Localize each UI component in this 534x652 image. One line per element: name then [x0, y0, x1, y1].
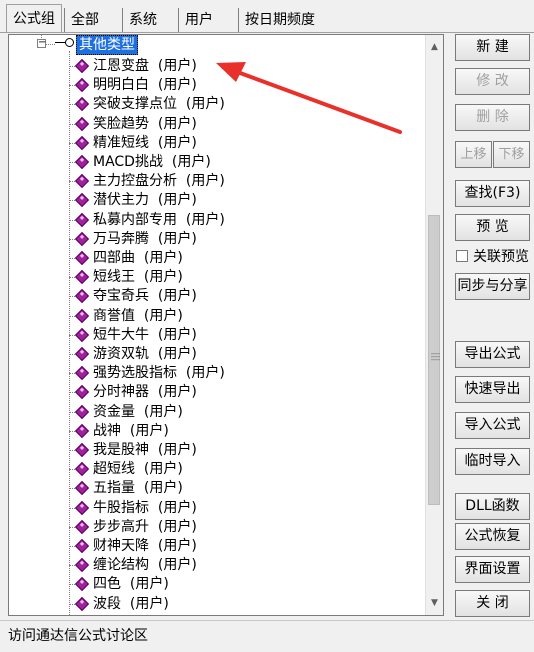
temp-import-button[interactable]: 临时导入 — [455, 448, 530, 475]
move-down-button[interactable]: 下移 — [493, 141, 530, 168]
preview-button[interactable]: 预 览 — [455, 214, 530, 241]
modify-button[interactable]: 修 改 — [455, 68, 530, 95]
ui-settings-button[interactable]: 界面设置 — [455, 556, 530, 583]
link-preview-label: 关联预览 — [473, 249, 529, 265]
checkbox-box[interactable] — [456, 250, 468, 262]
find-button[interactable]: 查找(F3) — [455, 180, 530, 207]
sync-share-button[interactable]: 同步与分享 — [455, 273, 530, 300]
move-up-button[interactable]: 上移 — [455, 141, 492, 168]
delete-button[interactable]: 删 除 — [455, 104, 530, 131]
export-formula-button[interactable]: 导出公式 — [455, 341, 530, 368]
status-bar-link[interactable]: 访问通达信公式讨论区 — [0, 620, 534, 652]
import-formula-button[interactable]: 导入公式 — [455, 412, 530, 439]
new-button[interactable]: 新 建 — [455, 34, 530, 61]
close-button[interactable]: 关 闭 — [455, 590, 530, 617]
formula-restore-button[interactable]: 公式恢复 — [455, 523, 530, 550]
annotation-arrow — [216, 62, 402, 134]
quick-export-button[interactable]: 快速导出 — [455, 376, 530, 403]
dll-function-button[interactable]: DLL函数 — [455, 493, 530, 520]
